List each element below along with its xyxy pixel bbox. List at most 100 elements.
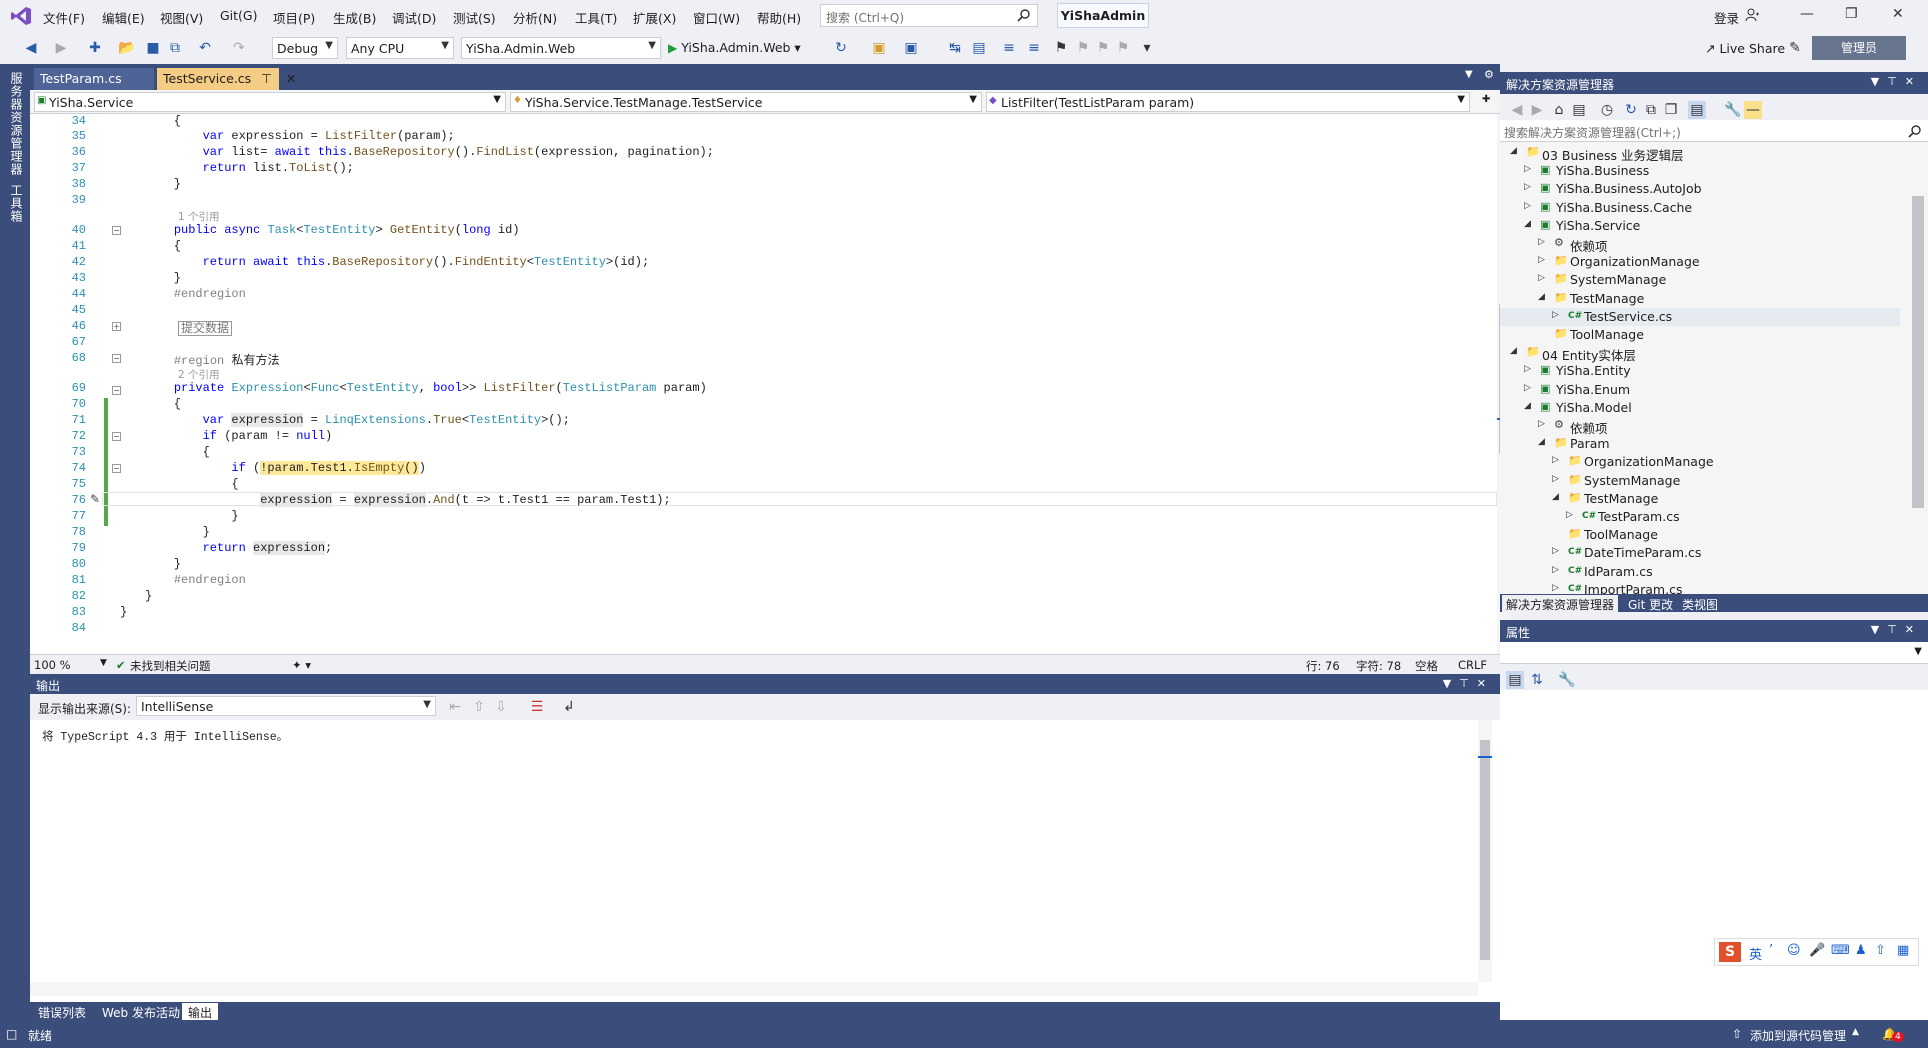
add-to-source-control[interactable]: 添加到源代码管理 [1750, 1027, 1846, 1044]
keyboard-icon[interactable]: ⌨ [1831, 943, 1850, 958]
clear-bookmarks-icon[interactable]: ⚑ [1114, 39, 1132, 57]
output-source-select[interactable]: IntelliSense ▼ [136, 696, 436, 716]
save-all-icon[interactable]: ⧉ [166, 39, 184, 57]
output-window-icon[interactable]: □ [6, 1027, 17, 1041]
tree-item[interactable]: ▷ C# TestParam.cs [1500, 508, 1900, 526]
solution-tree-scroll-thumb[interactable] [1912, 196, 1924, 508]
menu-tools[interactable]: 工具(T) [575, 8, 617, 27]
tree-item[interactable]: ▷ C# DateTimeParam.cs [1500, 544, 1900, 562]
panel-window-controls[interactable]: ▼⊤✕ [1443, 677, 1494, 690]
tree-item[interactable]: ▷ ▣ YiSha.Entity [1500, 362, 1900, 380]
close-icon[interactable]: ✕ [1892, 6, 1904, 22]
forward-icon[interactable]: ▶ [1528, 101, 1546, 119]
split-editor-icon[interactable]: ✚ [1482, 94, 1490, 105]
close-tab-icon[interactable]: ✕ [286, 71, 296, 86]
prev-bookmark-icon[interactable]: ⚑ [1074, 39, 1092, 57]
user-icon[interactable] [1745, 8, 1759, 22]
tree-item[interactable]: ▷ ⚙ 依赖项 [1500, 235, 1900, 254]
punctuation-icon[interactable]: ’ [1769, 943, 1773, 958]
preview-icon[interactable]: — [1744, 101, 1762, 119]
next-bookmark-icon[interactable]: ⚑ [1094, 39, 1112, 57]
home-icon[interactable]: ⌂ [1550, 101, 1568, 119]
prev-message-icon[interactable]: ⇧ [470, 698, 488, 716]
pin-icon[interactable]: ⊤ [261, 71, 272, 86]
project-dropdown[interactable]: ▣ YiSha.Service ▼ [34, 92, 506, 112]
collapsed-region[interactable]: 提交数据 [178, 321, 233, 336]
tab-error-list[interactable]: 错误列表 [32, 1003, 92, 1020]
menu-build[interactable]: 生成(B) [333, 8, 376, 27]
back-icon[interactable]: ◀ [1508, 101, 1526, 119]
tree-item[interactable]: ▷ C# IdParam.cs [1500, 563, 1900, 581]
menu-edit[interactable]: 编辑(E) [102, 8, 145, 27]
categorized-icon[interactable]: ▤ [1506, 671, 1524, 689]
toolbar-overflow-icon[interactable]: ▾ [1138, 39, 1156, 57]
properties-wrench-icon[interactable]: 🔧 [1724, 101, 1742, 119]
tree-item[interactable]: ◢ 📁 04 Entity实体层 [1500, 344, 1900, 363]
menu-test[interactable]: 测试(S) [453, 8, 496, 27]
collapsed-caret-icon[interactable]: ▷ [1524, 201, 1531, 211]
code-lens-references[interactable]: 2 个引用 [178, 367, 220, 382]
quick-actions-brush-icon[interactable]: ✎ [90, 492, 100, 506]
tree-item[interactable]: 📁 ToolManage [1500, 526, 1900, 544]
tree-item[interactable]: ◢ ▣ YiSha.Service [1500, 217, 1900, 235]
indent-mode[interactable]: 空格 [1415, 658, 1438, 674]
start-debugging-button[interactable]: ▶ YiSha.Admin.Web ▾ [668, 40, 801, 55]
next-message-icon[interactable]: ⇩ [492, 698, 510, 716]
sync-active-document-icon[interactable]: ▤ [1688, 101, 1706, 119]
show-all-files-icon[interactable]: ❐ [1662, 101, 1680, 119]
skin-icon[interactable]: ⇧ [1875, 943, 1886, 958]
tree-item[interactable]: ▷ ▣ YiSha.Business [1500, 162, 1900, 180]
zoom-level[interactable]: 100 % [34, 658, 71, 672]
startup-project-select[interactable]: YiSha.Admin.Web ▼ [461, 37, 661, 59]
fold-minus-icon[interactable]: − [112, 386, 121, 395]
collapsed-caret-icon[interactable]: ▷ [1524, 383, 1531, 393]
tree-item[interactable]: ◢ ▣ YiSha.Model [1500, 399, 1900, 417]
collapsed-caret-icon[interactable]: ▷ [1552, 474, 1559, 484]
feedback-icon[interactable]: ✎ [1786, 39, 1804, 57]
collapsed-caret-icon[interactable]: ▷ [1538, 237, 1545, 247]
class-dropdown[interactable]: ♦ YiSha.Service.TestManage.TestService ▼ [510, 92, 982, 112]
save-icon[interactable]: ■ [144, 39, 162, 57]
platform-select[interactable]: Any CPU ▼ [346, 37, 454, 59]
chevron-up-icon[interactable]: ▲ [1852, 1027, 1859, 1037]
alphabetical-icon[interactable]: ⇅ [1528, 671, 1546, 689]
solution-explorer-search[interactable]: 搜索解决方案资源管理器(Ctrl+;) [1500, 120, 1928, 142]
expanded-caret-icon[interactable]: ◢ [1552, 492, 1559, 502]
code-editor[interactable]: 34 35 36 37 38 39 40 41 42 43 44 45 46 6… [30, 114, 1511, 654]
refresh-icon[interactable]: ↻ [832, 39, 850, 57]
settings-gear-icon[interactable]: ⚙ [1484, 68, 1494, 81]
history-icon[interactable]: ◷ [1598, 101, 1616, 119]
toolbox-tab[interactable]: 工具箱 [8, 184, 25, 223]
microphone-icon[interactable]: 🎤 [1809, 943, 1825, 958]
toolbox-grid-icon[interactable]: ▦ [1897, 943, 1909, 958]
comment-icon[interactable]: ≡ [1000, 39, 1018, 57]
word-wrap-icon[interactable]: ↲ [560, 698, 578, 716]
undo-icon[interactable]: ↶ [196, 39, 214, 57]
fold-minus-icon[interactable]: − [112, 464, 121, 473]
menu-project[interactable]: 项目(P) [273, 8, 315, 27]
tab-git-changes[interactable]: Git 更改 [1624, 595, 1677, 612]
menu-analyze[interactable]: 分析(N) [513, 8, 557, 27]
properties-object-select[interactable]: ▼ [1500, 642, 1928, 664]
collapsed-caret-icon[interactable]: ▷ [1524, 182, 1531, 192]
layout-icon[interactable]: ▤ [970, 39, 988, 57]
member-dropdown[interactable]: ◆ ListFilter(TestListParam param) ▼ [986, 92, 1470, 112]
output-horizontal-scrollbar[interactable] [30, 982, 1478, 996]
browser-link-icon[interactable]: ▣ [870, 39, 888, 57]
visual-studio-logo-icon[interactable] [10, 6, 32, 26]
emoji-icon[interactable]: ☺ [1787, 943, 1801, 958]
live-share-button[interactable]: ↗ Live Share [1705, 41, 1785, 56]
restore-icon[interactable]: ❐ [1845, 6, 1858, 22]
tree-item[interactable]: ▷ 📁 OrganizationManage [1500, 453, 1900, 471]
tab-list-dropdown-icon[interactable]: ▼ [1465, 69, 1473, 80]
uncomment-icon[interactable]: ≡ [1025, 39, 1043, 57]
collapsed-caret-icon[interactable]: ▷ [1552, 583, 1559, 593]
step-icon[interactable]: ↹ [946, 39, 964, 57]
expanded-caret-icon[interactable]: ◢ [1510, 346, 1517, 356]
find-message-icon[interactable]: ⇤ [446, 698, 464, 716]
menu-git[interactable]: Git(G) [220, 8, 258, 23]
tree-item[interactable]: ▷ ▣ YiSha.Business.AutoJob [1500, 180, 1900, 198]
expanded-caret-icon[interactable]: ◢ [1538, 292, 1545, 302]
search-input[interactable]: 搜索 (Ctrl+Q) [820, 4, 1038, 27]
tree-item[interactable]: ▷ ▣ YiSha.Enum [1500, 381, 1900, 399]
